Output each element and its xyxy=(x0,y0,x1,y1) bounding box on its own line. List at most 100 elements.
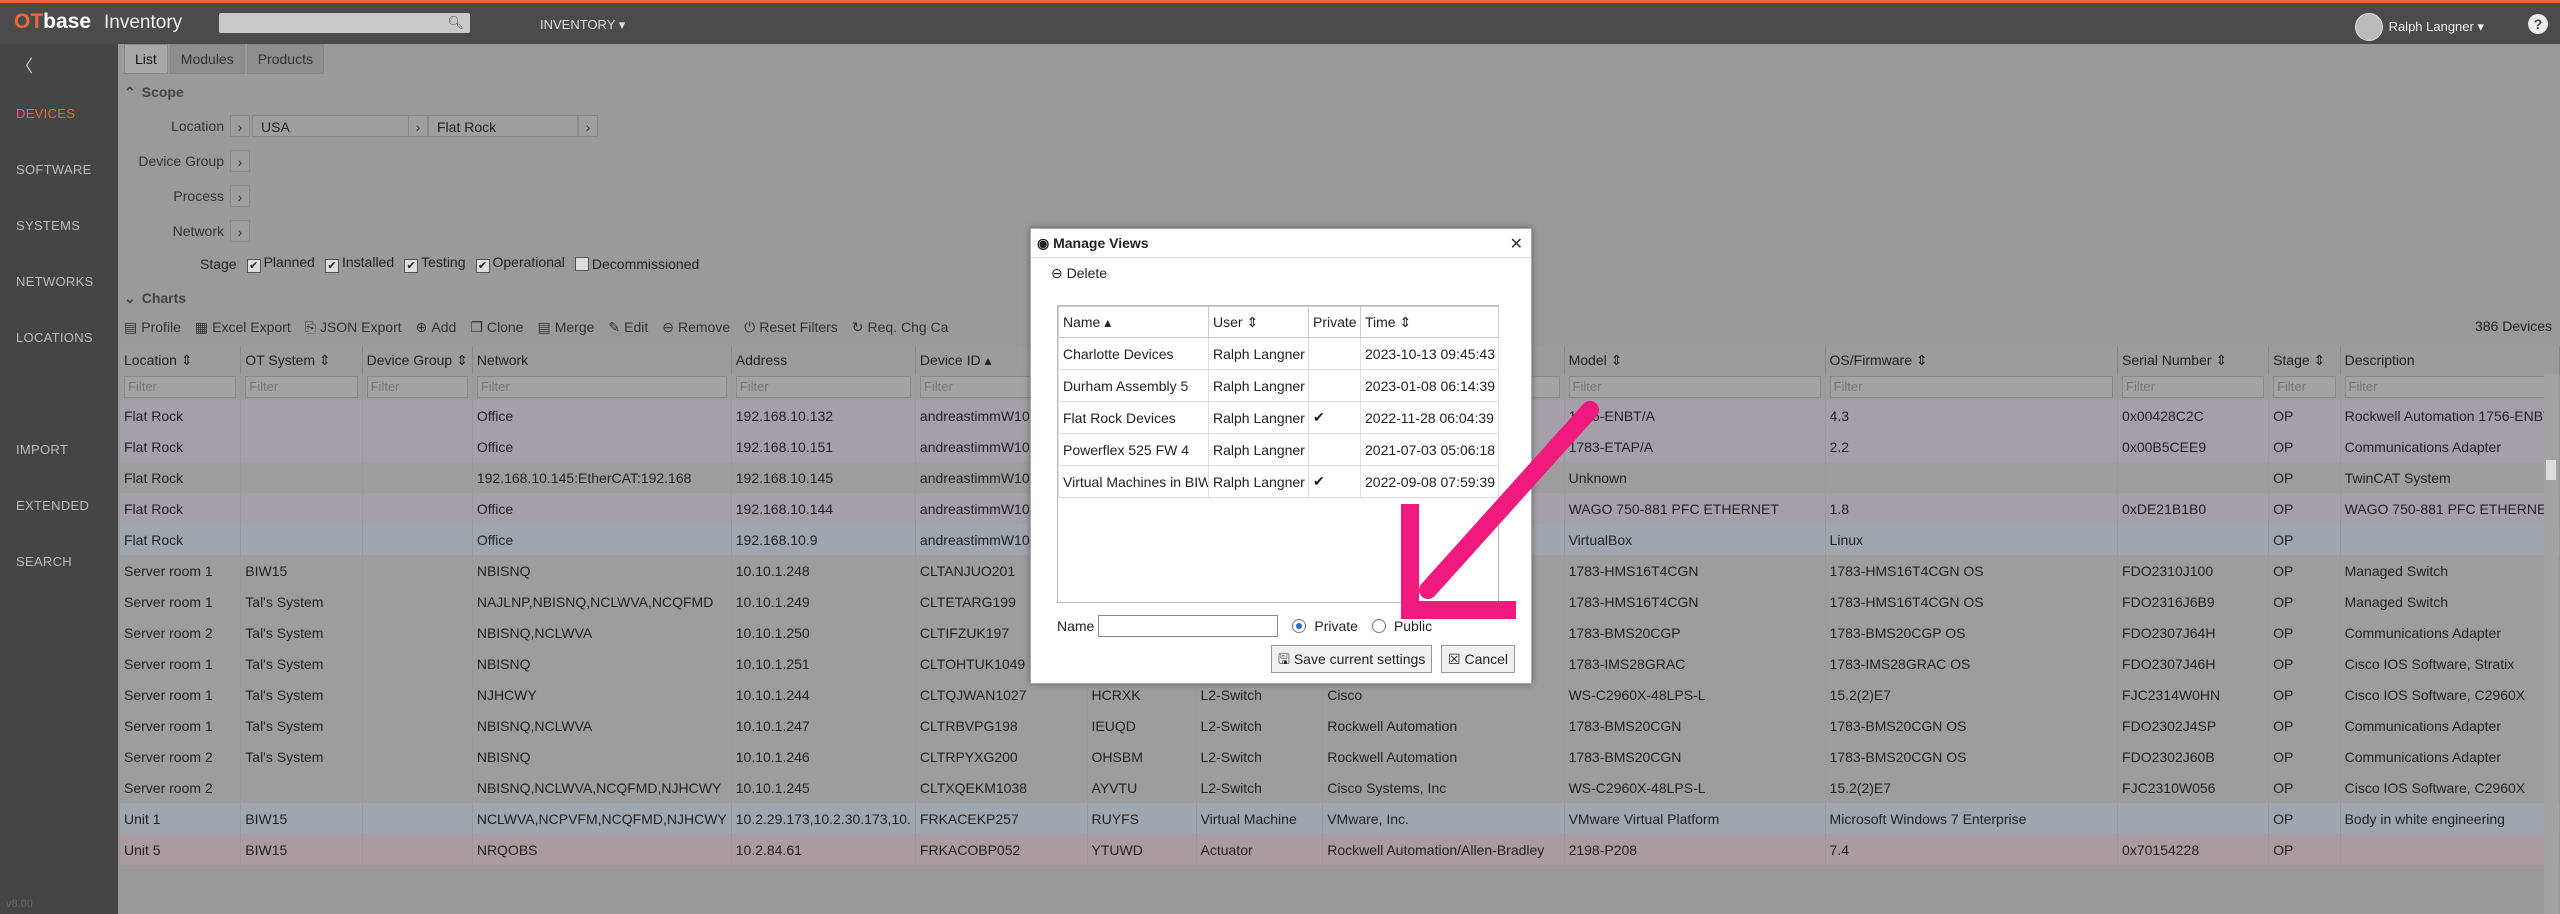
location-flat-rock[interactable]: Flat Rock xyxy=(428,115,578,137)
nav-locations[interactable]: LOCATIONS xyxy=(16,330,93,345)
clone-label: Clone xyxy=(486,319,524,335)
column-header[interactable]: Stage ⇕ xyxy=(2268,346,2341,374)
column-filter-input[interactable]: Filter xyxy=(2122,376,2265,398)
table-cell xyxy=(2117,803,2270,834)
profile-button[interactable]: ▤ Profile xyxy=(124,316,181,338)
merge-button[interactable]: ▤ Merge xyxy=(537,316,594,338)
checkbox[interactable] xyxy=(574,256,589,271)
save-current-settings-button[interactable]: 🖫︎ Save current settings xyxy=(1271,645,1433,673)
delete-view-button[interactable]: ⊖ Delete xyxy=(1051,265,1107,282)
table-cell: WS-C2960X-48LPS-L xyxy=(1564,679,1826,710)
tab-list[interactable]: List xyxy=(124,44,168,74)
network-chevron-icon[interactable]: › xyxy=(230,220,250,242)
json-export-button[interactable]: ⎘ JSON Export xyxy=(305,316,402,338)
table-row[interactable]: Server room 1 Tal's System NBISNQ,NCLWVA 10… xyxy=(120,710,2560,741)
user-menu[interactable]: Ralph Langner ▾ xyxy=(2354,13,2484,41)
nav-devices[interactable]: DEVICES xyxy=(16,106,75,121)
scrollbar-thumb[interactable] xyxy=(2546,460,2556,480)
column-header[interactable]: Device Group ⇕ xyxy=(362,346,473,374)
column-filter-input[interactable]: Filter xyxy=(735,376,911,398)
collapse-icon: ⌃ xyxy=(124,84,136,100)
remove-label: Remove xyxy=(677,319,731,335)
column-filter-input[interactable]: Filter xyxy=(124,376,237,398)
private-radio[interactable] xyxy=(1292,619,1307,633)
help-icon[interactable]: ? xyxy=(2528,14,2548,34)
column-header[interactable]: OT System ⇕ xyxy=(240,346,363,374)
tab-products[interactable]: Products xyxy=(246,44,324,74)
add-button[interactable]: ⊕ Add xyxy=(416,316,457,338)
nav-search[interactable]: SEARCH xyxy=(16,554,72,569)
remove-button[interactable]: ⊖ Remove xyxy=(662,316,730,338)
cancel-button[interactable]: ☒ Cancel xyxy=(1441,645,1516,673)
checkbox[interactable]: ✔ xyxy=(404,259,419,273)
stage-installed[interactable]: ✔ Installed xyxy=(324,254,394,273)
req-chg-button[interactable]: ↻ Req. Chg Ca xyxy=(852,316,949,338)
scope-header[interactable]: ⌃ Scope xyxy=(124,84,2560,104)
view-cell: Flat Rock Devices xyxy=(1058,401,1209,434)
location-chevron-icon[interactable]: › xyxy=(578,115,598,137)
location-chevron-icon[interactable]: › xyxy=(230,115,250,137)
column-header[interactable]: Model ⇕ xyxy=(1564,346,1826,374)
location-usa[interactable]: USA xyxy=(252,115,410,137)
table-row[interactable]: Unit 5 BIW15 NRQOBS 10.2.84.61 FRKACOBP052 YT… xyxy=(120,834,2560,865)
views-column-header[interactable]: Name ▴ xyxy=(1058,306,1209,338)
views-column-header[interactable]: User ⇕ xyxy=(1208,306,1309,338)
nav-networks[interactable]: NETWORKS xyxy=(16,274,94,289)
global-search-input[interactable]: 🔍︎ xyxy=(219,13,470,33)
table-cell: 2.2 xyxy=(1825,431,2119,462)
table-cell: OP xyxy=(2268,648,2341,679)
process-chevron-icon[interactable]: › xyxy=(230,185,250,207)
table-cell: Flat Rock xyxy=(120,493,242,524)
column-filter-input[interactable]: Filter xyxy=(366,376,468,398)
column-header[interactable]: Serial Number ⇕ xyxy=(2117,346,2270,374)
column-filter-input[interactable]: Filter xyxy=(476,376,727,398)
view-row[interactable]: Durham Assembly 5 Ralph Langner 2023-01-08… xyxy=(1058,369,1499,402)
column-filter-input[interactable]: Filter xyxy=(2344,376,2555,398)
checkbox[interactable]: ✔ xyxy=(324,259,339,273)
column-filter-input[interactable]: Filter xyxy=(245,376,358,398)
column-header[interactable]: Network xyxy=(472,346,732,374)
brand-ot: OT xyxy=(14,10,44,33)
location-chevron-icon[interactable]: › xyxy=(408,115,428,137)
table-row[interactable]: Unit 1 BIW15 NCLWVA,NCPVFM,NCQFMD,NJHCWY 10… xyxy=(120,803,2560,834)
stage-planned[interactable]: ✔ Planned xyxy=(246,254,315,273)
device-group-chevron-icon[interactable]: › xyxy=(230,150,250,172)
nav-extended[interactable]: EXTENDED xyxy=(16,498,89,513)
edit-button[interactable]: ✎ Edit xyxy=(608,316,648,338)
reset-filters-button[interactable]: ⏻ Reset Filters xyxy=(744,316,838,338)
column-filter-input[interactable]: Filter xyxy=(2273,376,2336,398)
table-cell: Rockwell Automation/Allen-Bradley xyxy=(1322,834,1565,865)
brand-logo[interactable]: OTbase xyxy=(14,10,91,34)
table-scrollbar[interactable] xyxy=(2544,374,2558,914)
nav-import[interactable]: IMPORT xyxy=(16,442,68,457)
view-row[interactable]: Charlotte Devices Ralph Langner 2023-10-13… xyxy=(1058,337,1499,370)
close-icon[interactable]: ✕ xyxy=(1510,234,1523,254)
stage-decommissioned[interactable]: Decommissioned xyxy=(574,256,699,272)
stage-testing-label: Testing xyxy=(421,254,466,270)
checkbox[interactable]: ✔ xyxy=(475,259,490,273)
table-row[interactable]: Server room 2 NBISNQ,NCLWVA,NCQFMD,NJHCWY… xyxy=(120,772,2560,803)
table-row[interactable]: Server room 2 Tal's System NBISNQ 10.10.1.2… xyxy=(120,741,2560,772)
table-cell: 10.10.1.251 xyxy=(731,648,916,679)
column-filter-input[interactable]: Filter xyxy=(1568,376,1821,398)
checkbox[interactable]: ✔ xyxy=(246,259,261,273)
table-cell: Virtual Machine xyxy=(1196,803,1324,834)
column-filter-input[interactable]: Filter xyxy=(1829,376,2114,398)
stage-operational[interactable]: ✔ Operational xyxy=(475,254,565,273)
stage-testing[interactable]: ✔ Testing xyxy=(404,254,466,273)
column-header[interactable]: Description xyxy=(2340,346,2560,374)
back-icon[interactable]: 〈 xyxy=(16,52,33,77)
module-menu[interactable]: INVENTORY ▾ xyxy=(540,17,625,33)
excel-export-button[interactable]: ▦ Excel Export xyxy=(195,316,291,338)
column-header[interactable]: OS/Firmware ⇕ xyxy=(1825,346,2119,374)
clone-button[interactable]: ❐ Clone xyxy=(470,316,523,338)
nav-systems[interactable]: SYSTEMS xyxy=(16,218,80,233)
views-column-header[interactable]: Time ⇕ xyxy=(1360,306,1499,338)
column-header[interactable]: Location ⇕ xyxy=(120,346,242,374)
views-column-header[interactable]: Private xyxy=(1308,306,1361,338)
tab-modules[interactable]: Modules xyxy=(169,44,245,74)
table-cell: OP xyxy=(2268,524,2341,555)
view-name-input[interactable] xyxy=(1098,615,1279,637)
nav-software[interactable]: SOFTWARE xyxy=(16,162,92,177)
column-header[interactable]: Address xyxy=(731,346,916,374)
